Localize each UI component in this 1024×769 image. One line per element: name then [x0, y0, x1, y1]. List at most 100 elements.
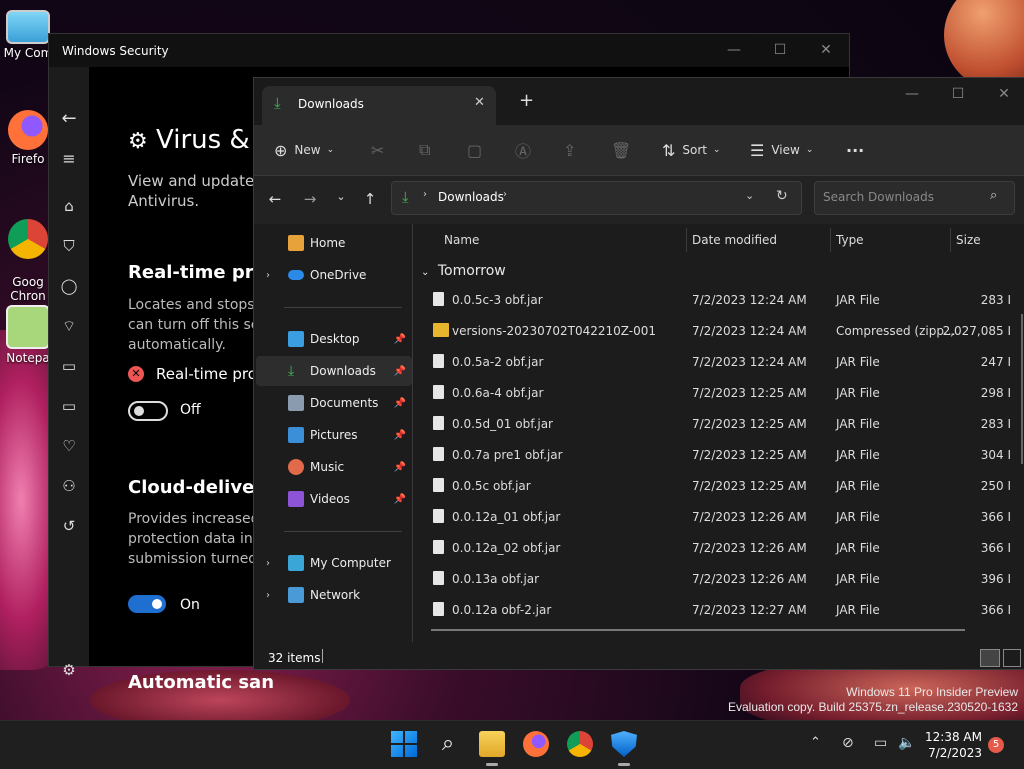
address-dropdown-icon[interactable]: ⌄: [745, 189, 754, 202]
column-header-size[interactable]: Size: [956, 224, 981, 256]
table-row[interactable]: 0.0.5d_01 obf.jar 7/2/2023 12:25 AM JAR Fi…: [413, 409, 1024, 440]
cut-button[interactable]: ✂: [371, 125, 391, 175]
search-icon[interactable]: ⌕: [435, 731, 461, 757]
search-input[interactable]: Search Downloads: [823, 190, 934, 204]
table-row[interactable]: 0.0.12a_02 obf.jar 7/2/2023 12:26 AM JAR F…: [413, 533, 1024, 564]
up-arrow-icon[interactable]: ↑: [360, 190, 380, 208]
sidebar-item-videos[interactable]: Videos 📌: [256, 484, 412, 514]
sidebar-item-pictures[interactable]: Pictures 📌: [256, 420, 412, 450]
minimize-button[interactable]: —: [889, 78, 935, 110]
maximize-button[interactable]: ☐: [757, 34, 803, 66]
firefox-icon[interactable]: [523, 731, 549, 757]
table-row[interactable]: 0.0.13a obf.jar 7/2/2023 12:26 AM JAR File…: [413, 564, 1024, 595]
account-icon[interactable]: ◯: [59, 276, 79, 296]
file-type: JAR File: [836, 603, 880, 617]
sidebar-item-my-computer[interactable]: › My Computer: [256, 548, 412, 578]
notification-badge[interactable]: 5: [988, 737, 1004, 753]
back-arrow-icon[interactable]: ←: [265, 190, 285, 208]
tab-strip: ⤓ Downloads ✕ + — ☐ ✕: [254, 78, 1024, 125]
network-offline-icon[interactable]: ⊘: [842, 735, 854, 751]
column-header-type[interactable]: Type: [836, 224, 864, 256]
start-windows-icon[interactable]: [391, 731, 417, 757]
table-row[interactable]: versions-20230702T042210Z-001 7/2/2023 12…: [413, 316, 1024, 347]
sidebar-item-home[interactable]: Home: [256, 228, 412, 258]
new-button[interactable]: ⊕ New ⌄: [274, 125, 334, 175]
share-button[interactable]: ⇪: [563, 125, 583, 175]
table-row[interactable]: 0.0.5c obf.jar 7/2/2023 12:25 AM JAR File 2…: [413, 471, 1024, 502]
heart-pulse-icon[interactable]: ♡: [59, 436, 79, 456]
file-date: 7/2/2023 12:24 AM: [692, 293, 807, 307]
tiles-view-icon[interactable]: [1003, 649, 1021, 667]
breadcrumb-downloads[interactable]: Downloads: [438, 190, 504, 204]
table-row[interactable]: 0.0.12a_01 obf.jar 7/2/2023 12:26 AM JAR F…: [413, 502, 1024, 533]
rtp-toggle-label: Off: [180, 402, 201, 418]
home-icon[interactable]: ⌂: [59, 196, 79, 216]
windows-security-shield-icon[interactable]: [611, 731, 637, 757]
group-header[interactable]: ⌄ Tomorrow: [421, 263, 506, 279]
column-header-date[interactable]: Date modified: [692, 224, 777, 256]
forward-arrow-icon[interactable]: →: [300, 190, 320, 208]
close-tab-icon[interactable]: ✕: [474, 95, 485, 110]
pin-icon: 📌: [393, 493, 406, 505]
column-header-name[interactable]: Name: [444, 224, 479, 256]
sidebar-item-documents[interactable]: Documents 📌: [256, 388, 412, 418]
tab-downloads[interactable]: ⤓ Downloads ✕: [262, 86, 496, 125]
sidebar-item-desktop[interactable]: Desktop 📌: [256, 324, 412, 354]
sort-button[interactable]: ⇅ Sort ⌄: [662, 125, 721, 175]
refresh-icon[interactable]: ↻: [776, 188, 788, 204]
table-row[interactable]: 0.0.5c-3 obf.jar 7/2/2023 12:24 AM JAR Fil…: [413, 285, 1024, 316]
column-divider[interactable]: [950, 228, 951, 252]
file-list: Name Date modified Type Size ⌄ Tomorrow …: [413, 224, 1024, 642]
view-button[interactable]: ☰ View ⌄: [750, 125, 813, 175]
table-row[interactable]: 0.0.5a-2 obf.jar 7/2/2023 12:24 AM JAR Fil…: [413, 347, 1024, 378]
new-tab-button[interactable]: +: [519, 90, 534, 111]
sidebar-item-network[interactable]: › Network: [256, 580, 412, 610]
rtp-toggle[interactable]: [128, 401, 168, 421]
clock[interactable]: 12:38 AM 7/2/2023: [922, 729, 982, 761]
table-row[interactable]: 0.0.12a obf-2.jar 7/2/2023 12:27 AM JAR Fi…: [413, 595, 1024, 626]
file-size: 304 I: [980, 448, 1011, 462]
chrome-icon[interactable]: [567, 731, 593, 757]
close-button[interactable]: ✕: [981, 78, 1024, 110]
table-row[interactable]: 0.0.6a-4 obf.jar 7/2/2023 12:25 AM JAR Fil…: [413, 378, 1024, 409]
app-browser-icon[interactable]: ▭: [59, 356, 79, 376]
search-box[interactable]: Search Downloads ⌕: [814, 181, 1015, 215]
download-arrow-icon: ⤓: [274, 94, 281, 112]
table-row[interactable]: 0.0.7a pre1 obf.jar 7/2/2023 12:25 AM JAR …: [413, 440, 1024, 471]
volume-icon[interactable]: 🔈: [898, 735, 915, 751]
display-icon[interactable]: ▭: [874, 735, 887, 751]
sidebar-item-music[interactable]: Music 📌: [256, 452, 412, 482]
address-bar[interactable]: ⤓ › Downloads › ⌄ ↻: [391, 181, 802, 215]
document-icon: [288, 395, 304, 411]
details-view-icon[interactable]: [980, 649, 1000, 667]
more-options-button[interactable]: ···: [846, 125, 864, 175]
wifi-icon[interactable]: ⌔: [59, 316, 79, 336]
close-button[interactable]: ✕: [803, 34, 849, 66]
maximize-button[interactable]: ☐: [935, 78, 981, 110]
shield-icon[interactable]: ⛉: [59, 236, 79, 256]
file-explorer-icon[interactable]: [479, 731, 505, 757]
chevron-down-icon: ⌄: [326, 145, 335, 155]
cloud-toggle[interactable]: [128, 595, 166, 613]
pin-icon: 📌: [393, 365, 406, 377]
minimize-button[interactable]: —: [711, 34, 757, 66]
vertical-scrollbar[interactable]: [1021, 314, 1023, 464]
sidebar-item-downloads[interactable]: ⤓ Downloads 📌: [256, 356, 412, 386]
column-divider[interactable]: [686, 228, 687, 252]
rename-button[interactable]: Ⓐ: [515, 125, 538, 175]
recent-chevron-icon[interactable]: ⌄: [331, 190, 351, 203]
paste-button[interactable]: ▢: [467, 125, 489, 175]
chevron-up-icon[interactable]: ⌃: [810, 735, 821, 750]
hamburger-menu-icon[interactable]: ≡: [59, 149, 79, 169]
delete-button[interactable]: 🗑: [611, 125, 638, 175]
settings-gear-icon[interactable]: ⚙: [59, 660, 79, 680]
family-icon[interactable]: ⚇: [59, 476, 79, 496]
sidebar-item-onedrive[interactable]: › OneDrive: [256, 260, 412, 290]
device-icon[interactable]: ▭: [59, 396, 79, 416]
horizontal-scrollbar[interactable]: [431, 629, 965, 631]
column-divider[interactable]: [830, 228, 831, 252]
back-arrow-icon[interactable]: ←: [59, 109, 79, 129]
copy-button[interactable]: ⧉: [419, 125, 437, 175]
history-icon[interactable]: ↺: [59, 516, 79, 536]
file-name: 0.0.5c-3 obf.jar: [452, 293, 543, 307]
